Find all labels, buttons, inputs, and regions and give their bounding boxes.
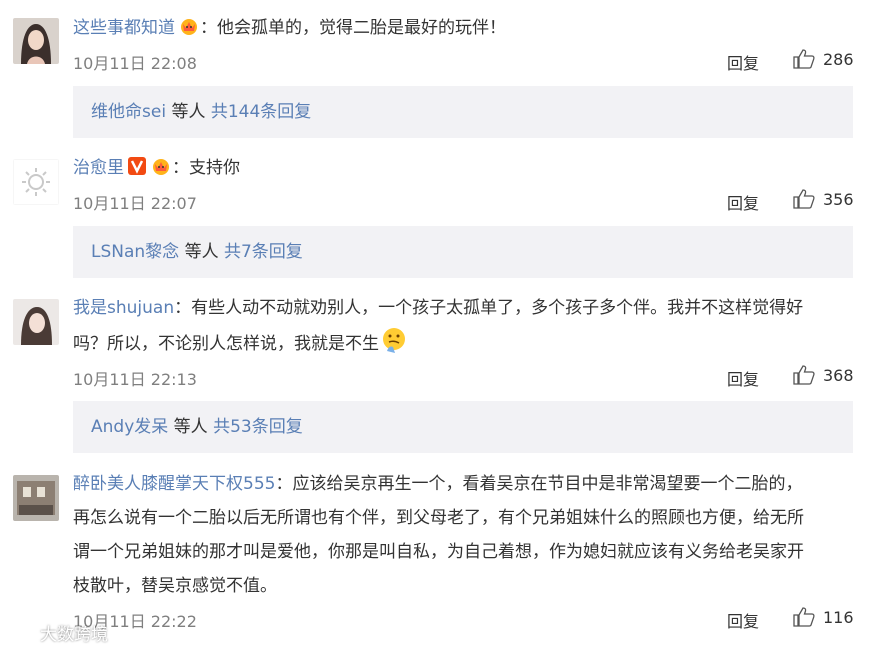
comment-content-line: 枝散叶，替吴京感觉不值。 [73, 576, 277, 596]
comment-text: 这些事都知道 ：他会孤单的，觉得二胎是最好的玩伴！ [73, 11, 853, 48]
comment-username[interactable]: 我是shujuan [73, 298, 174, 318]
comment-time: 10月11日 22:07 [73, 194, 197, 213]
others-text: 等人 [184, 242, 219, 262]
like-count: 356 [823, 189, 854, 209]
reply-button[interactable]: 回复 [727, 50, 759, 74]
others-text: 等人 [171, 102, 206, 122]
verified-v-icon [127, 154, 147, 188]
like-count: 286 [823, 49, 854, 69]
replies-summary[interactable]: Andy发呆 等人 共53条回复 [73, 401, 853, 453]
reply-count-link[interactable]: 共144条回复 [211, 102, 311, 122]
comment-content-line: ：应该给吴京再生一个，看着吴京在节目中是非常渴望要一个二胎的， [275, 474, 803, 494]
replies-summary[interactable]: 维他命sei 等人 共144条回复 [73, 86, 853, 138]
reply-users[interactable]: LSNan黎念 [91, 242, 179, 262]
like-button[interactable]: 286 [793, 49, 854, 69]
thinking-face-icon [379, 325, 409, 367]
reply-button[interactable]: 回复 [727, 608, 759, 632]
comment-text: 治愈里 ：支持你 [73, 151, 853, 188]
comment-username[interactable]: 治愈里 [73, 158, 124, 178]
watermark-logo-icon [6, 620, 34, 645]
thumbs-up-icon [793, 607, 815, 627]
reply-count-link[interactable]: 共7条回复 [224, 242, 303, 262]
comment-time: 10月11日 22:13 [73, 370, 197, 389]
avatar[interactable] [13, 18, 59, 64]
thumbs-up-icon [793, 365, 815, 385]
comment-username[interactable]: 这些事都知道 [73, 18, 175, 38]
like-button[interactable]: 116 [793, 607, 854, 627]
comment-time: 10月11日 22:08 [73, 54, 197, 73]
reply-count-link[interactable]: 共53条回复 [213, 417, 303, 437]
comment-content: ：他会孤单的，觉得二胎是最好的玩伴！ [200, 18, 506, 38]
vip-crown-icon [150, 154, 172, 188]
avatar[interactable] [13, 475, 59, 521]
comment-text: 醉卧美人膝醒掌天下权555：应该给吴京再生一个，看着吴京在节目中是非常渴望要一个… [73, 467, 853, 603]
reply-users[interactable]: 维他命sei [91, 102, 166, 122]
others-text: 等人 [173, 417, 208, 437]
reply-button[interactable]: 回复 [727, 366, 759, 390]
comment-text: 我是shujuan：有些人动不动就劝别人，一个孩子太孤单了，多个孩子多个伴。我并… [73, 291, 853, 367]
comment-content-line: ：有些人动不动就劝别人，一个孩子太孤单了，多个孩子多个伴。我并不这样觉得好 [174, 298, 804, 318]
reply-button[interactable]: 回复 [727, 190, 759, 214]
comment-content-line: 谓一个兄弟姐妹的那才叫是爱他，你那是叫自私，为自己着想，作为媳妇就应该有义务给老… [73, 542, 804, 562]
like-button[interactable]: 368 [793, 365, 854, 385]
like-count: 368 [823, 365, 854, 385]
replies-summary[interactable]: LSNan黎念 等人 共7条回复 [73, 226, 853, 278]
reply-users[interactable]: Andy发呆 [91, 417, 168, 437]
vip-crown-icon [178, 14, 200, 48]
watermark-text: 大数跨境 [40, 625, 108, 645]
thumbs-up-icon [793, 49, 815, 69]
thumbs-up-icon [793, 189, 815, 209]
comment-content-line: 再怎么说有一个二胎以后无所谓也有个伴，到父母老了，有个兄弟姐妹什么的照顾也方便，… [73, 508, 804, 528]
like-count: 116 [823, 607, 854, 627]
avatar[interactable] [13, 299, 59, 345]
watermark: 大数跨境 [6, 620, 108, 645]
avatar[interactable] [13, 159, 59, 205]
comment-content-line: 吗？所以，不论别人怎样说，我就是不生 [73, 334, 379, 354]
like-button[interactable]: 356 [793, 189, 854, 209]
comment-content: ：支持你 [172, 158, 240, 178]
comment-username[interactable]: 醉卧美人膝醒掌天下权555 [73, 474, 275, 494]
